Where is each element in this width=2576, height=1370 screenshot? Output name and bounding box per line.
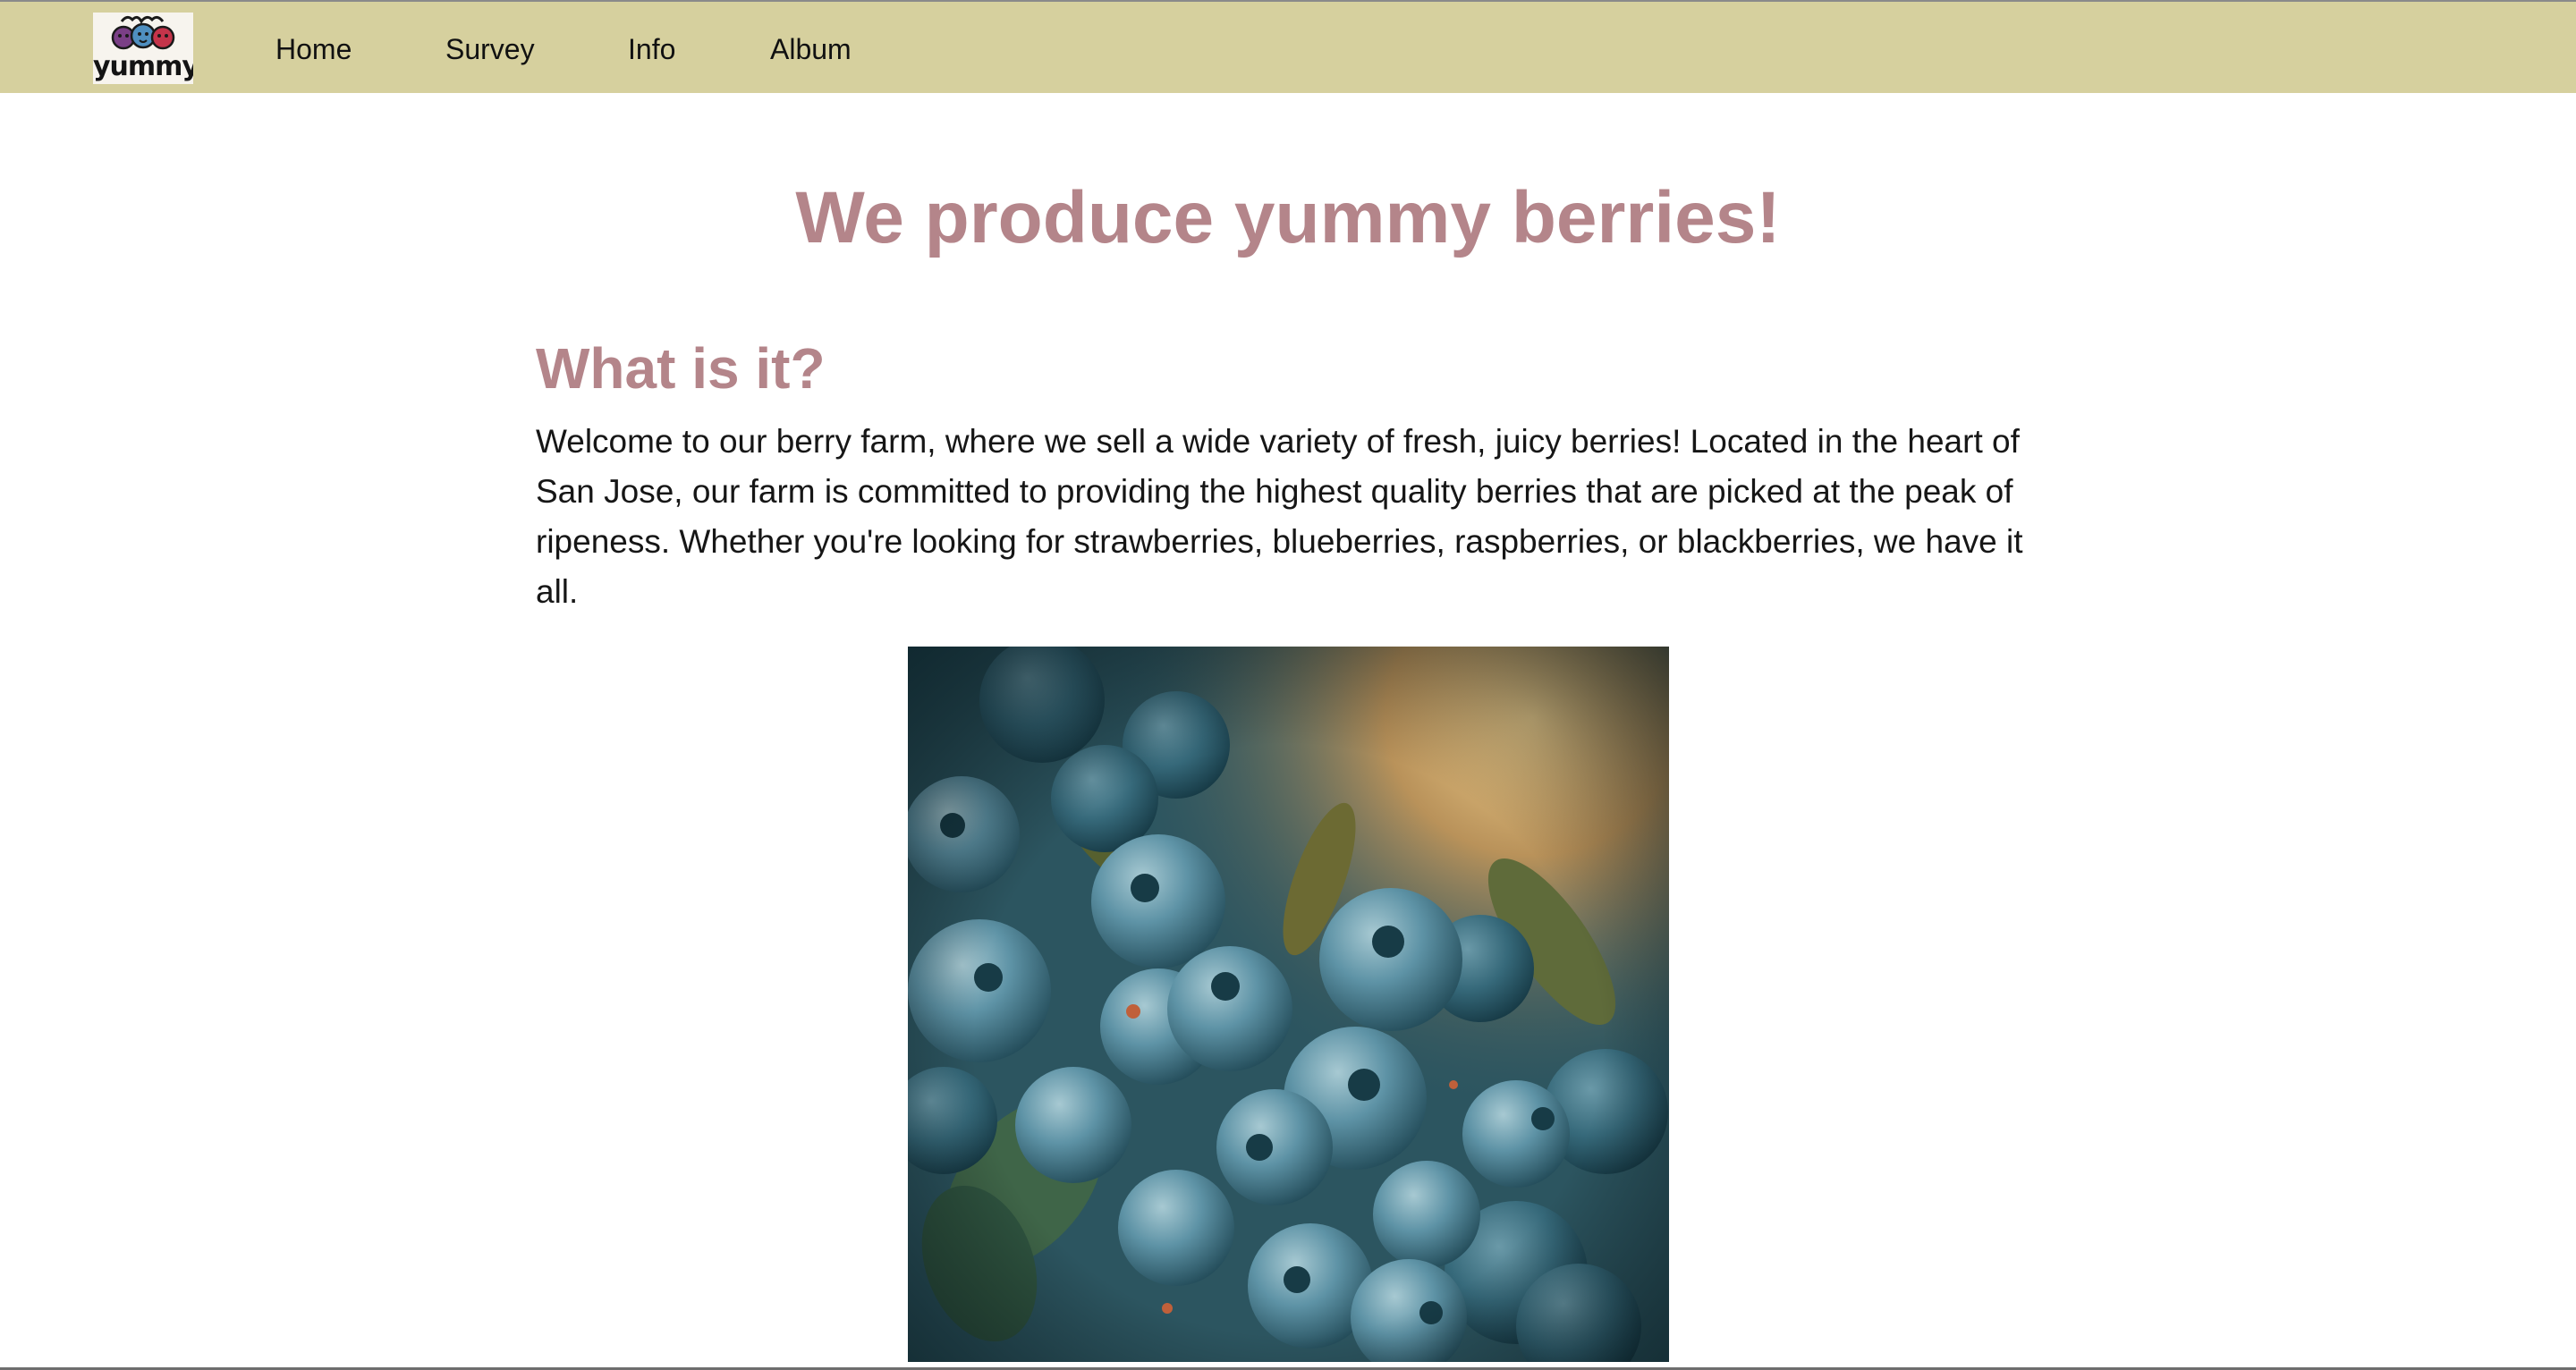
nav-album-link[interactable]: Album — [770, 32, 852, 66]
page-title: We produce yummy berries! — [795, 177, 1781, 258]
section-paragraph: Welcome to our berry farm, where we sell… — [536, 423, 2023, 610]
blueberries-photo — [908, 647, 1669, 1362]
nav-info-link[interactable]: Info — [628, 32, 675, 66]
nav-home-link[interactable]: Home — [275, 32, 352, 66]
yummy-logo[interactable]: yummy — [93, 13, 193, 84]
section-heading: What is it? — [536, 336, 826, 401]
logo-text: yummy — [93, 51, 193, 82]
berries-logo-icon — [111, 15, 175, 50]
top-navbar: yummy Home Survey Info Album — [0, 0, 2576, 93]
blueberries-image — [908, 647, 1669, 1362]
nav-survey-link[interactable]: Survey — [445, 32, 535, 66]
